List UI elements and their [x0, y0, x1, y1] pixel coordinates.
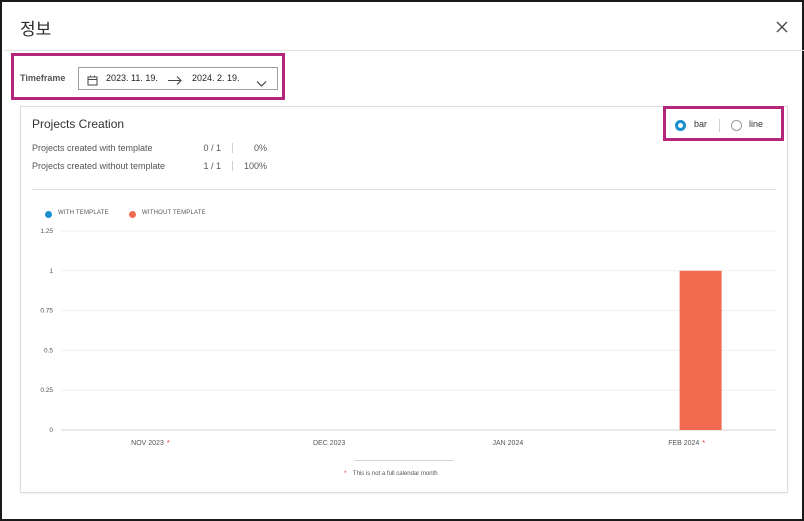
timeframe-label: Timeframe [20, 73, 66, 83]
x-tick-label: NOV 2023 * [131, 440, 170, 447]
bar-without-template [679, 270, 722, 430]
footnote: * This is not a full calendar month [344, 471, 438, 477]
y-tick-label: 0 [49, 427, 53, 434]
footnote-marker: * [344, 471, 347, 477]
dialog-title: 정보 [20, 20, 52, 40]
y-tick-label: 1.25 [40, 228, 53, 235]
close-button[interactable] [773, 18, 791, 36]
bar-chart: 0 0.25 0.5 0.75 1 1.25 NOV 2023 * DEC 2023 JAN 20… [40, 228, 776, 447]
arrow-right-icon [167, 73, 183, 91]
footnote-divider [354, 460, 454, 461]
calendar-icon [87, 73, 98, 91]
chart-type-highlight [663, 106, 784, 141]
date-end: 2024. 2. 19. [192, 73, 240, 83]
y-tick-label: 0.5 [44, 347, 53, 354]
y-tick-label: 1 [49, 268, 53, 275]
x-tick-label: FEB 2024 * [668, 440, 705, 447]
y-tick-label: 0.25 [40, 387, 53, 394]
date-range-picker[interactable]: 2023. 11. 19. 2024. 2. 19. [78, 67, 278, 90]
x-tick-label: JAN 2024 [493, 440, 524, 447]
footnote-text: This is not a full calendar month [352, 471, 438, 477]
x-tick-label: DEC 2023 [313, 440, 345, 447]
dialog-header: 정보 [4, 4, 804, 51]
chevron-down-icon [256, 75, 267, 93]
dialog-frame: 정보 Timeframe 2023. 11. 19. 2024. 2. 19. [0, 0, 804, 521]
projects-creation-card: Projects Creation Projects created with … [20, 106, 788, 493]
close-icon [776, 21, 788, 33]
date-start: 2023. 11. 19. [106, 73, 158, 83]
y-tick-label: 0.75 [40, 308, 53, 315]
